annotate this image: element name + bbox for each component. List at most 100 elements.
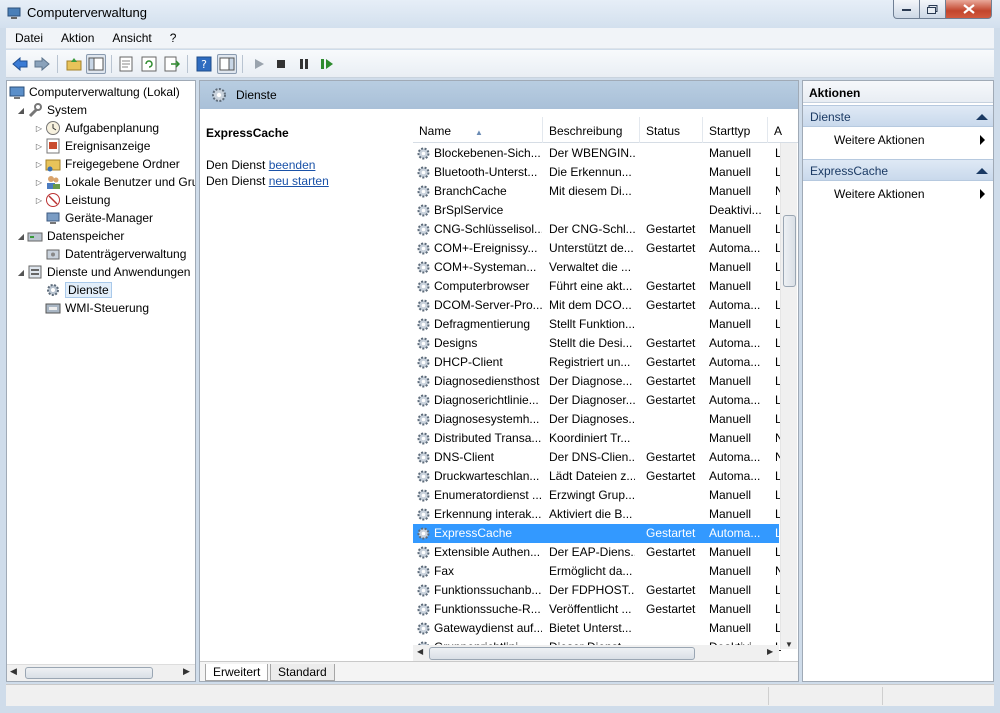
tree-item-geraete-manager[interactable]: Geräte-Manager xyxy=(33,209,153,227)
table-row[interactable]: BrSplServiceDeaktivi...L xyxy=(413,201,781,220)
table-row[interactable]: Computerbrowser Führt eine akt... Gestarte… xyxy=(413,277,781,296)
column-header-starttyp[interactable]: Starttyp xyxy=(703,117,768,143)
tree-item-system[interactable]: ◢ System xyxy=(15,101,87,119)
table-row[interactable]: Blockebenen-Sich... Der WBENGIN... Manuell… xyxy=(413,144,781,163)
menu-aktion[interactable]: Aktion xyxy=(52,31,103,45)
service-description-cell: Stellt Funktion... xyxy=(549,317,635,331)
table-row[interactable]: Diagnosesystemh... Der Diagnoses... Manuel… xyxy=(413,410,781,429)
table-row[interactable]: Designs Stellt die Desi... Gestartet Automa… xyxy=(413,334,781,353)
service-status-cell: Gestartet xyxy=(646,298,696,312)
menu-ansicht[interactable]: Ansicht xyxy=(103,31,160,45)
up-level-button[interactable] xyxy=(64,54,84,74)
scroll-left-icon[interactable]: ◀ xyxy=(10,666,17,677)
tree-item-lokale-benutzer[interactable]: ▷ Lokale Benutzer und Gruppen xyxy=(33,173,195,191)
tree-scroll-thumb[interactable] xyxy=(25,667,153,679)
properties-button[interactable] xyxy=(116,54,136,74)
expanded-arrow-icon[interactable]: ◢ xyxy=(15,106,27,115)
tree-horizontal-scrollbar[interactable]: ◀ ▶ xyxy=(7,664,195,681)
scroll-left-icon[interactable]: ◀ xyxy=(417,647,423,656)
menu-datei[interactable]: Datei xyxy=(6,31,52,45)
table-row[interactable]: Funktionssuchanb... Der FDPHOST... Gestart… xyxy=(413,581,781,600)
start-service-button[interactable] xyxy=(249,54,269,74)
column-header-status[interactable]: Status xyxy=(640,117,703,143)
collapse-up-icon[interactable] xyxy=(976,168,988,174)
tree-item-leistung[interactable]: ▷ Leistung xyxy=(33,191,110,209)
restart-service-link[interactable]: neu starten xyxy=(269,174,329,188)
table-row[interactable]: FaxErmöglicht da...ManuellN xyxy=(413,562,781,581)
clock-icon xyxy=(45,120,61,136)
tree-item-freigegebene-ordner[interactable]: ▷ Freigegebene Ordner xyxy=(33,155,180,173)
tree-item-ereignisanzeige[interactable]: ▷ Ereignisanzeige xyxy=(33,137,150,155)
minimize-button[interactable] xyxy=(893,0,920,19)
sort-ascending-icon: ▲ xyxy=(475,128,483,137)
collapse-up-icon[interactable] xyxy=(976,114,988,120)
maximize-button[interactable] xyxy=(920,0,946,19)
column-header-anmelden[interactable]: A xyxy=(768,117,798,143)
tab-erweitert[interactable]: Erweitert xyxy=(205,664,269,681)
action-group-expresscache[interactable]: ExpressCache xyxy=(803,159,993,181)
tools-icon xyxy=(27,102,43,118)
tree-item-dienste[interactable]: Dienste xyxy=(33,281,112,299)
list-horizontal-scroll-thumb[interactable] xyxy=(429,647,695,660)
table-row[interactable]: Diagnoserichtlinie... Der Diagnoser... Ges… xyxy=(413,391,781,410)
collapsed-arrow-icon[interactable]: ▷ xyxy=(33,124,45,133)
title-bar: Computerverwaltung xyxy=(0,0,1000,28)
table-row[interactable]: Erkennung interak... Aktiviert die B... Ma… xyxy=(413,505,781,524)
table-row[interactable]: DCOM-Server-Pro... Mit dem DCO... Gestarte… xyxy=(413,296,781,315)
tree-item-datentraegerverwaltung[interactable]: Datenträgerverwaltung xyxy=(33,245,186,263)
table-row[interactable]: Druckwarteschlan... Lädt Dateien z... Gest… xyxy=(413,467,781,486)
table-row[interactable]: Bluetooth-Unterst... Die Erkennun... Manue… xyxy=(413,163,781,182)
table-row[interactable]: COM+-Systeman... Verwaltet die ... Manuell… xyxy=(413,258,781,277)
action-weitere-aktionen-expresscache[interactable]: Weitere Aktionen xyxy=(803,183,993,205)
collapsed-arrow-icon[interactable]: ▷ xyxy=(33,142,45,151)
stop-service-button[interactable] xyxy=(271,54,291,74)
table-row[interactable]: Enumeratordienst ... Erzwingt Grup... Manu… xyxy=(413,486,781,505)
tree-item-datenspeicher[interactable]: ◢ Datenspeicher xyxy=(15,227,124,245)
column-header-name[interactable]: Name ▲ xyxy=(413,117,543,143)
expanded-arrow-icon[interactable]: ◢ xyxy=(15,232,27,241)
tree-item-computerverwaltung[interactable]: Computerverwaltung (Lokal) xyxy=(9,83,180,101)
show-hide-action-pane-button[interactable] xyxy=(217,54,237,74)
minimize-icon xyxy=(901,9,911,11)
close-button[interactable] xyxy=(946,0,992,19)
table-row[interactable]: CNG-Schlüsselisol... Der CNG-Schl... Gesta… xyxy=(413,220,781,239)
tree-item-wmi-steuerung[interactable]: WMI-Steuerung xyxy=(33,299,149,317)
help-button[interactable]: ? xyxy=(194,54,214,74)
list-vertical-scroll-thumb[interactable] xyxy=(783,215,796,287)
table-row[interactable]: BranchCacheMit diesem Di...ManuellN xyxy=(413,182,781,201)
table-row[interactable]: DNS-Client Der DNS-Clien... Gestartet Autom… xyxy=(413,448,781,467)
table-row[interactable]: ExpressCacheGestartetAutoma...L xyxy=(413,524,781,543)
table-row[interactable]: Funktionssuche-R... Veröffentlicht ... Ges… xyxy=(413,600,781,619)
scroll-down-icon[interactable]: ▼ xyxy=(785,640,793,649)
collapsed-arrow-icon[interactable]: ▷ xyxy=(33,196,45,205)
menu-help[interactable]: ? xyxy=(161,31,186,45)
forward-button[interactable] xyxy=(32,54,52,74)
table-row[interactable]: Distributed Transa... Koordiniert Tr... Ma… xyxy=(413,429,781,448)
table-row[interactable]: Gatewaydienst auf... Bietet Unterst... Man… xyxy=(413,619,781,638)
export-list-button[interactable] xyxy=(162,54,182,74)
table-row[interactable]: COM+-Ereignissy... Unterstützt de... Gesta… xyxy=(413,239,781,258)
table-row[interactable]: DHCP-Client Registriert un... Gestartet Aut… xyxy=(413,353,781,372)
restart-service-button[interactable] xyxy=(317,54,337,74)
column-header-beschreibung[interactable]: Beschreibung xyxy=(543,117,640,143)
refresh-button[interactable] xyxy=(139,54,159,74)
tab-standard[interactable]: Standard xyxy=(270,664,335,681)
scroll-right-icon[interactable]: ▶ xyxy=(767,647,773,656)
table-row[interactable]: Defragmentierung Stellt Funktion... Manuel… xyxy=(413,315,781,334)
list-vertical-scrollbar[interactable]: ▼ xyxy=(780,143,797,649)
table-row[interactable]: Diagnosediensthost Der Diagnose... Gestart… xyxy=(413,372,781,391)
table-row[interactable]: Extensible Authen... Der EAP-Diens... Gest… xyxy=(413,543,781,562)
scroll-right-icon[interactable]: ▶ xyxy=(183,666,190,677)
action-group-dienste[interactable]: Dienste xyxy=(803,105,993,127)
list-horizontal-scrollbar[interactable]: ◀ ▶ xyxy=(413,645,779,661)
tree-item-aufgabenplanung[interactable]: ▷ Aufgabenplanung xyxy=(33,119,159,137)
expanded-arrow-icon[interactable]: ◢ xyxy=(15,268,27,277)
collapsed-arrow-icon[interactable]: ▷ xyxy=(33,160,45,169)
collapsed-arrow-icon[interactable]: ▷ xyxy=(33,178,45,187)
action-weitere-aktionen-dienste[interactable]: Weitere Aktionen xyxy=(803,129,993,151)
pause-service-button[interactable] xyxy=(294,54,314,74)
back-button[interactable] xyxy=(10,54,30,74)
stop-service-link[interactable]: beenden xyxy=(269,158,316,172)
show-hide-tree-button[interactable] xyxy=(86,54,106,74)
tree-item-dienste-und-anwendungen[interactable]: ◢ Dienste und Anwendungen xyxy=(15,263,191,281)
